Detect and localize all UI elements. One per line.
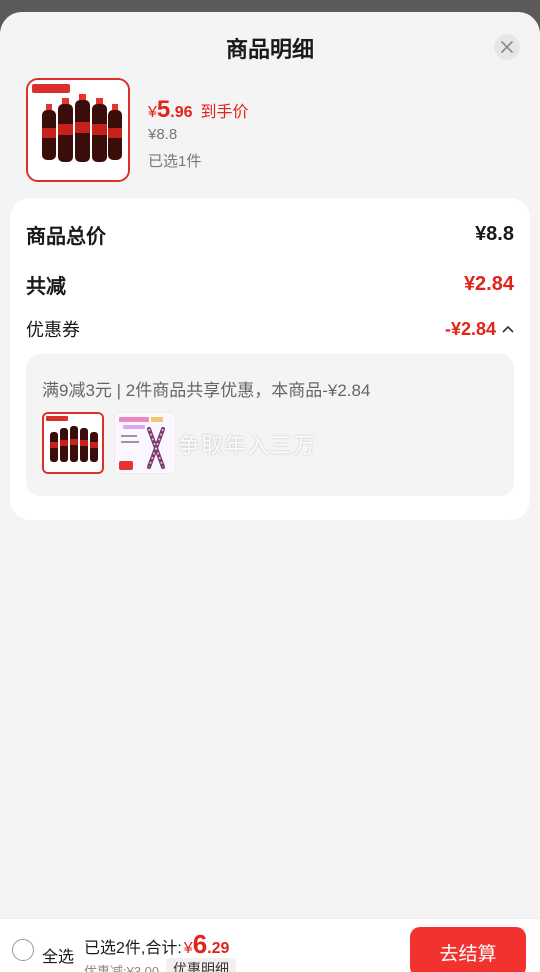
coupon-description: 满9减3元 | 2件商品共享优惠，本商品-¥2.84 [42,381,371,400]
total-price-row: 商品总价 ¥8.8 [26,220,514,249]
deal-price-label: 到手价 [200,104,249,121]
price-breakdown-card: 商品总价 ¥8.8 共减 ¥2.84 优惠券 -¥2.84 满9减3元 | 2件… [10,198,530,520]
coupon-detail-box: 满9减3元 | 2件商品共享优惠，本商品-¥2.84 争取年入三万 [26,354,514,496]
product-thumbnail-cola [42,412,104,474]
close-button[interactable] [494,34,520,60]
price-symbol: ¥ [148,104,157,121]
total-price-value: ¥8.8 [475,223,514,245]
summary-total-decimal: .29 [207,940,230,957]
checkout-bar: 全选 已选2件,合计: ¥ 6 .29 优惠减:¥3.00 优惠明细 去结算 [0,918,540,972]
summary-symbol: ¥ [183,940,193,957]
selected-count: 已选1件 [148,153,202,170]
chevron-up-icon[interactable] [502,325,514,333]
watermark-text: 争取年入三万 [178,433,317,458]
price-integer: 5 [156,96,171,123]
summary-prefix: 已选2件,合计: [84,940,182,957]
close-icon [501,41,513,53]
sheet-title: 商品明细 [225,37,314,62]
summary-total-integer: 6 [192,929,208,959]
total-price-label: 商品总价 [26,226,106,248]
total-reduce-value: ¥2.84 [463,273,514,295]
coupon-value: -¥2.84 [444,318,496,339]
price-decimal: .96 [170,104,193,121]
product-image [26,78,130,182]
order-summary: 已选2件,合计: ¥ 6 .29 [84,929,229,960]
total-reduce-label: 共减 [26,276,66,298]
coupon-row[interactable]: 优惠券 -¥2.84 [26,316,514,342]
original-price: ¥8.8 [148,126,178,143]
total-reduce-row: 共减 ¥2.84 [26,270,514,299]
select-all-label[interactable]: 全选 [42,943,74,967]
product-detail-sheet: 商品明细 ¥ 5 .96 到手价 ¥8.8 已选1件 商品总价 ¥8.8 共减 … [0,12,540,972]
checkout-button[interactable]: 去结算 [410,927,526,972]
deal-price: ¥ 5 .96 到手价 [148,96,249,124]
discount-amount: 优惠减:¥3.00 [84,964,160,972]
checkbox-circle-icon[interactable] [12,939,34,961]
product-thumbnail-gum [114,412,176,474]
coupon-value-group: -¥2.84 [445,319,514,340]
coupon-label: 优惠券 [26,320,80,340]
discount-detail-button[interactable]: 优惠明细 [166,958,236,972]
